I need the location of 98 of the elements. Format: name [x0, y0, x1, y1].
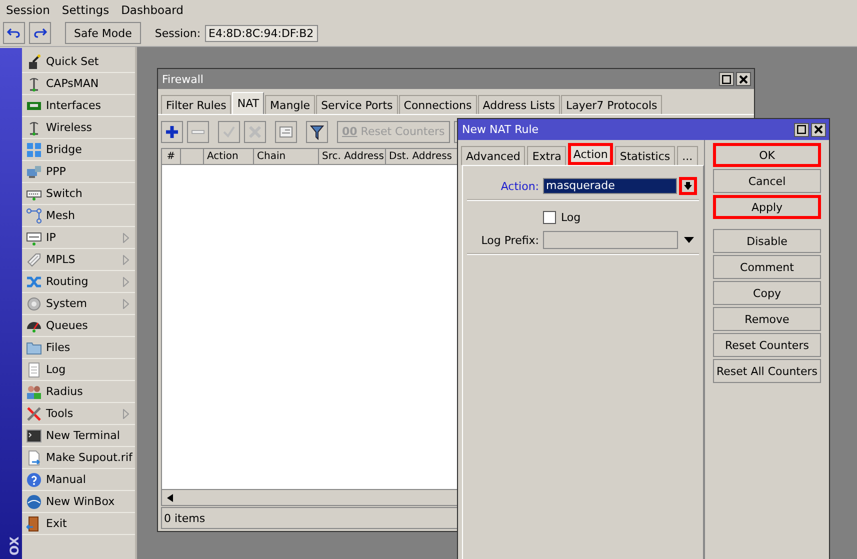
column-header[interactable]: Src. Address — [319, 149, 386, 165]
undo-button[interactable] — [3, 22, 25, 44]
tag-icon — [26, 252, 42, 268]
sidebar-item[interactable]: PPP — [22, 161, 135, 183]
sidebar-item[interactable]: Switch — [22, 183, 135, 205]
tools-icon — [26, 406, 42, 422]
check-icon — [222, 124, 236, 138]
globe-icon — [26, 494, 42, 510]
dialog-button[interactable]: Reset All Counters — [713, 359, 821, 383]
sidebar-item[interactable]: System — [22, 293, 135, 315]
sidebar-item[interactable]: Bridge — [22, 139, 135, 161]
sidebar-item[interactable]: Mesh — [22, 205, 135, 227]
dialog-button[interactable]: Copy — [713, 281, 821, 305]
scroll-left-icon — [166, 494, 174, 502]
tab[interactable]: Statistics — [614, 146, 676, 165]
folder-icon — [26, 340, 42, 356]
sidebar-item[interactable]: Routing — [22, 271, 135, 293]
ip-box-icon — [26, 230, 42, 246]
sidebar-item[interactable]: MPLS — [22, 249, 135, 271]
sidebar-item[interactable]: New Terminal — [22, 425, 135, 447]
close-button[interactable] — [736, 72, 751, 86]
window-title: Firewall — [162, 72, 204, 86]
terminal-icon — [26, 428, 42, 444]
sidebar-item[interactable]: Quick Set — [22, 51, 135, 73]
computers-icon — [26, 164, 42, 180]
menu-item[interactable]: Settings — [62, 3, 110, 17]
down-arrow-icon — [684, 182, 692, 190]
dialog-button[interactable]: Apply — [713, 195, 821, 219]
sidebar-item[interactable]: Files — [22, 337, 135, 359]
help-icon — [26, 472, 42, 488]
checkbox-label: Log — [561, 210, 581, 224]
sidebar-item[interactable]: Exit — [22, 513, 135, 535]
remove-button[interactable] — [187, 120, 209, 142]
log-checkbox[interactable] — [543, 210, 556, 224]
dialog-button[interactable]: Disable — [713, 229, 821, 253]
tab[interactable]: Advanced — [461, 146, 526, 165]
dropdown-arrow-icon[interactable] — [684, 237, 694, 243]
filter-button[interactable] — [306, 120, 328, 142]
nodes-icon — [26, 208, 42, 224]
dialog-button[interactable]: Remove — [713, 307, 821, 331]
tab[interactable]: Connections — [398, 95, 477, 114]
tab[interactable]: Service Ports — [316, 95, 398, 114]
dialog-button[interactable]: Reset Counters — [713, 333, 821, 357]
sidebar-item[interactable]: Radius — [22, 381, 135, 403]
tab[interactable]: Layer7 Protocols — [561, 95, 662, 114]
column-header[interactable]: Action — [204, 149, 254, 165]
action-select[interactable]: masquerade — [543, 178, 677, 194]
sidebar-item[interactable]: Log — [22, 359, 135, 381]
dialog-button[interactable]: Comment — [713, 255, 821, 279]
tab[interactable]: Mangle — [265, 95, 316, 114]
sidebar-item[interactable]: Queues — [22, 315, 135, 337]
undo-icon — [7, 27, 21, 39]
dialog-button[interactable]: OK — [713, 143, 821, 167]
column-header[interactable]: # — [162, 149, 181, 165]
sidebar-item[interactable]: IP — [22, 227, 135, 249]
gear-icon — [26, 296, 42, 312]
comment-button[interactable] — [275, 120, 297, 142]
filter-icon — [310, 124, 324, 140]
document-icon — [26, 362, 42, 378]
add-button[interactable] — [161, 120, 183, 142]
field-label: Action: — [500, 180, 540, 192]
sidebar-item[interactable]: Manual — [22, 469, 135, 491]
menu-item[interactable]: Dashboard — [121, 3, 184, 17]
plus-icon — [165, 124, 179, 138]
redo-button[interactable] — [29, 22, 51, 44]
banner-text: OX — [8, 536, 22, 556]
sidebar-item[interactable]: Make Supout.rif — [22, 447, 135, 469]
sidebar-item[interactable]: Tools — [22, 403, 135, 425]
session-field: E4:8D:8C:94:DF:B2 — [204, 24, 318, 42]
log-prefix-field[interactable] — [543, 231, 678, 249]
people-icon — [26, 384, 42, 400]
tab[interactable]: NAT — [232, 92, 264, 114]
tab[interactable]: Address Lists — [478, 95, 560, 114]
status-text: 0 items — [164, 512, 206, 524]
sidebar-item[interactable]: Wireless — [22, 117, 135, 139]
column-header[interactable]: Chain — [254, 149, 319, 165]
safe-mode-button[interactable]: Safe Mode — [65, 22, 141, 44]
wand-icon — [26, 54, 42, 70]
note-icon — [279, 124, 293, 138]
session-label: Session: — [154, 26, 201, 40]
tab[interactable]: Action — [568, 143, 613, 165]
cross-icon — [248, 124, 262, 138]
maximize-button[interactable] — [794, 122, 809, 136]
sidebar-item[interactable]: Interfaces — [22, 95, 135, 117]
tab[interactable]: ... — [677, 146, 698, 165]
tab[interactable]: Extra — [527, 146, 566, 165]
sidebar-item[interactable]: CAPsMAN — [22, 73, 135, 95]
window-title: New NAT Rule — [462, 123, 539, 136]
close-button[interactable] — [811, 122, 826, 136]
maximize-button[interactable] — [719, 72, 734, 86]
field-label: Log Prefix: — [480, 234, 540, 246]
dropdown-button[interactable] — [679, 177, 697, 195]
document-arrow-icon — [26, 450, 42, 466]
menu-item[interactable]: Session — [6, 3, 50, 17]
redo-icon — [33, 27, 47, 39]
tab[interactable]: Filter Rules — [161, 95, 232, 114]
dialog-button[interactable]: Cancel — [713, 169, 821, 193]
sidebar-item[interactable]: New WinBox — [22, 491, 135, 513]
